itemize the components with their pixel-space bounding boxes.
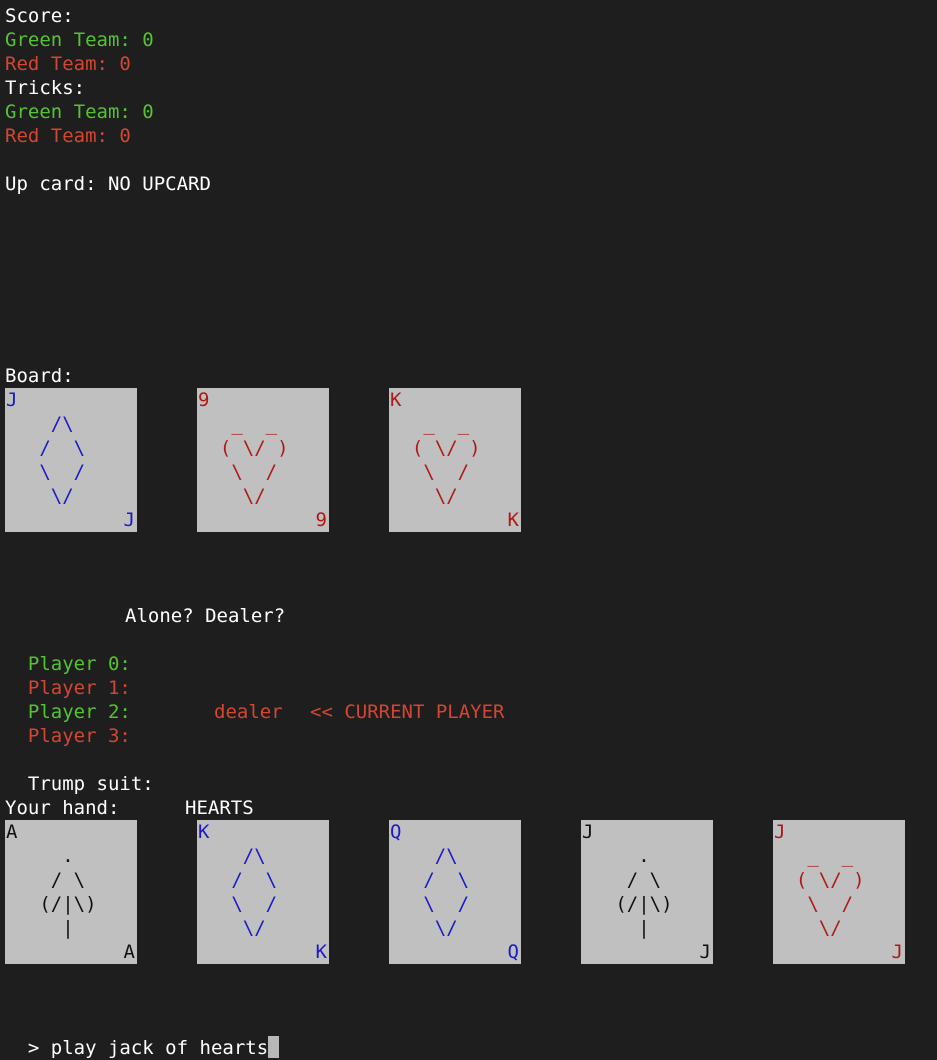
tricks-red-team: Red Team: 0 xyxy=(5,125,131,147)
card-rank: J xyxy=(123,509,135,531)
dealer-indicator: dealer xyxy=(214,701,283,723)
hand-card-ace-of-spades[interactable]: A . / \ (/|\) | A xyxy=(5,820,137,964)
current-player-indicator: << CURRENT PLAYER xyxy=(310,701,505,723)
upcard-status: Up card: NO UPCARD xyxy=(5,173,211,195)
hand-card-queen-of-diamonds[interactable]: Q /\ / \ \ / \/ Q xyxy=(389,820,521,964)
tricks-green-team: Green Team: 0 xyxy=(5,101,154,123)
board-card-jack-of-diamonds: J /\ / \ \ / \/ J xyxy=(5,388,137,532)
card-rank: K xyxy=(390,389,402,411)
heart-suit-icon: _ _ ( \/ ) \ / \/ xyxy=(795,845,865,939)
hand-card-jack-of-spades[interactable]: J . / \ (/|\) | J xyxy=(581,820,713,964)
hand-card-king-of-diamonds[interactable]: K /\ / \ \ / \/ K xyxy=(197,820,329,964)
spade-suit-icon: . / \ (/|\) | xyxy=(39,845,97,939)
trump-suit-row: Trump suit: HEARTS xyxy=(5,748,405,819)
card-rank: 9 xyxy=(315,509,327,531)
card-rank: J xyxy=(582,821,594,843)
score-label: Score: xyxy=(5,5,74,27)
card-rank: K xyxy=(198,821,210,843)
diamond-suit-icon: /\ / \ \ / \/ xyxy=(39,413,86,507)
card-rank: Q xyxy=(507,941,519,963)
player-row-1: Player 1: xyxy=(5,652,905,699)
trump-label: Trump suit: xyxy=(27,773,154,795)
player-row-0: Player 0: xyxy=(5,628,905,675)
spade-suit-icon: . / \ (/|\) | xyxy=(615,845,673,939)
hand-label: Your hand: xyxy=(5,797,120,819)
card-rank: 9 xyxy=(198,389,210,411)
prompt-symbol: > xyxy=(27,1037,40,1059)
players-header: Alone? Dealer? xyxy=(125,605,286,627)
text-cursor xyxy=(268,1036,280,1058)
board-label: Board: xyxy=(5,365,74,387)
score-green-team: Green Team: 0 xyxy=(5,29,154,51)
board-card-9-of-hearts: 9 _ _ ( \/ ) \ / \/ 9 xyxy=(197,388,329,532)
player-row-2: Player 2: xyxy=(5,676,905,723)
score-red-team: Red Team: 0 xyxy=(5,53,131,75)
heart-suit-icon: _ _ ( \/ ) \ / \/ xyxy=(411,413,481,507)
card-rank: J xyxy=(699,941,711,963)
card-rank: Q xyxy=(390,821,402,843)
diamond-suit-icon: /\ / \ \ / \/ xyxy=(231,845,278,939)
heart-suit-icon: _ _ ( \/ ) \ / \/ xyxy=(219,413,289,507)
card-rank: K xyxy=(507,509,519,531)
player-label: Player 3: xyxy=(27,725,131,747)
command-input[interactable]: play jack of hearts xyxy=(51,1037,268,1059)
tricks-label: Tricks: xyxy=(5,77,86,99)
card-rank: J xyxy=(891,941,903,963)
board-card-king-of-hearts: K _ _ ( \/ ) \ / \/ K xyxy=(389,388,521,532)
player-row-3: Player 3: dealer << CURRENT PLAYER xyxy=(5,700,905,747)
trump-value: HEARTS xyxy=(185,797,254,819)
card-rank: A xyxy=(123,941,135,963)
card-rank: J xyxy=(774,821,786,843)
card-rank: J xyxy=(6,389,18,411)
diamond-suit-icon: /\ / \ \ / \/ xyxy=(423,845,470,939)
hand-card-jack-of-hearts[interactable]: J _ _ ( \/ ) \ / \/ J xyxy=(773,820,905,964)
command-prompt[interactable]: > play jack of hearts xyxy=(5,1012,280,1059)
card-rank: A xyxy=(6,821,18,843)
card-rank: K xyxy=(315,941,327,963)
